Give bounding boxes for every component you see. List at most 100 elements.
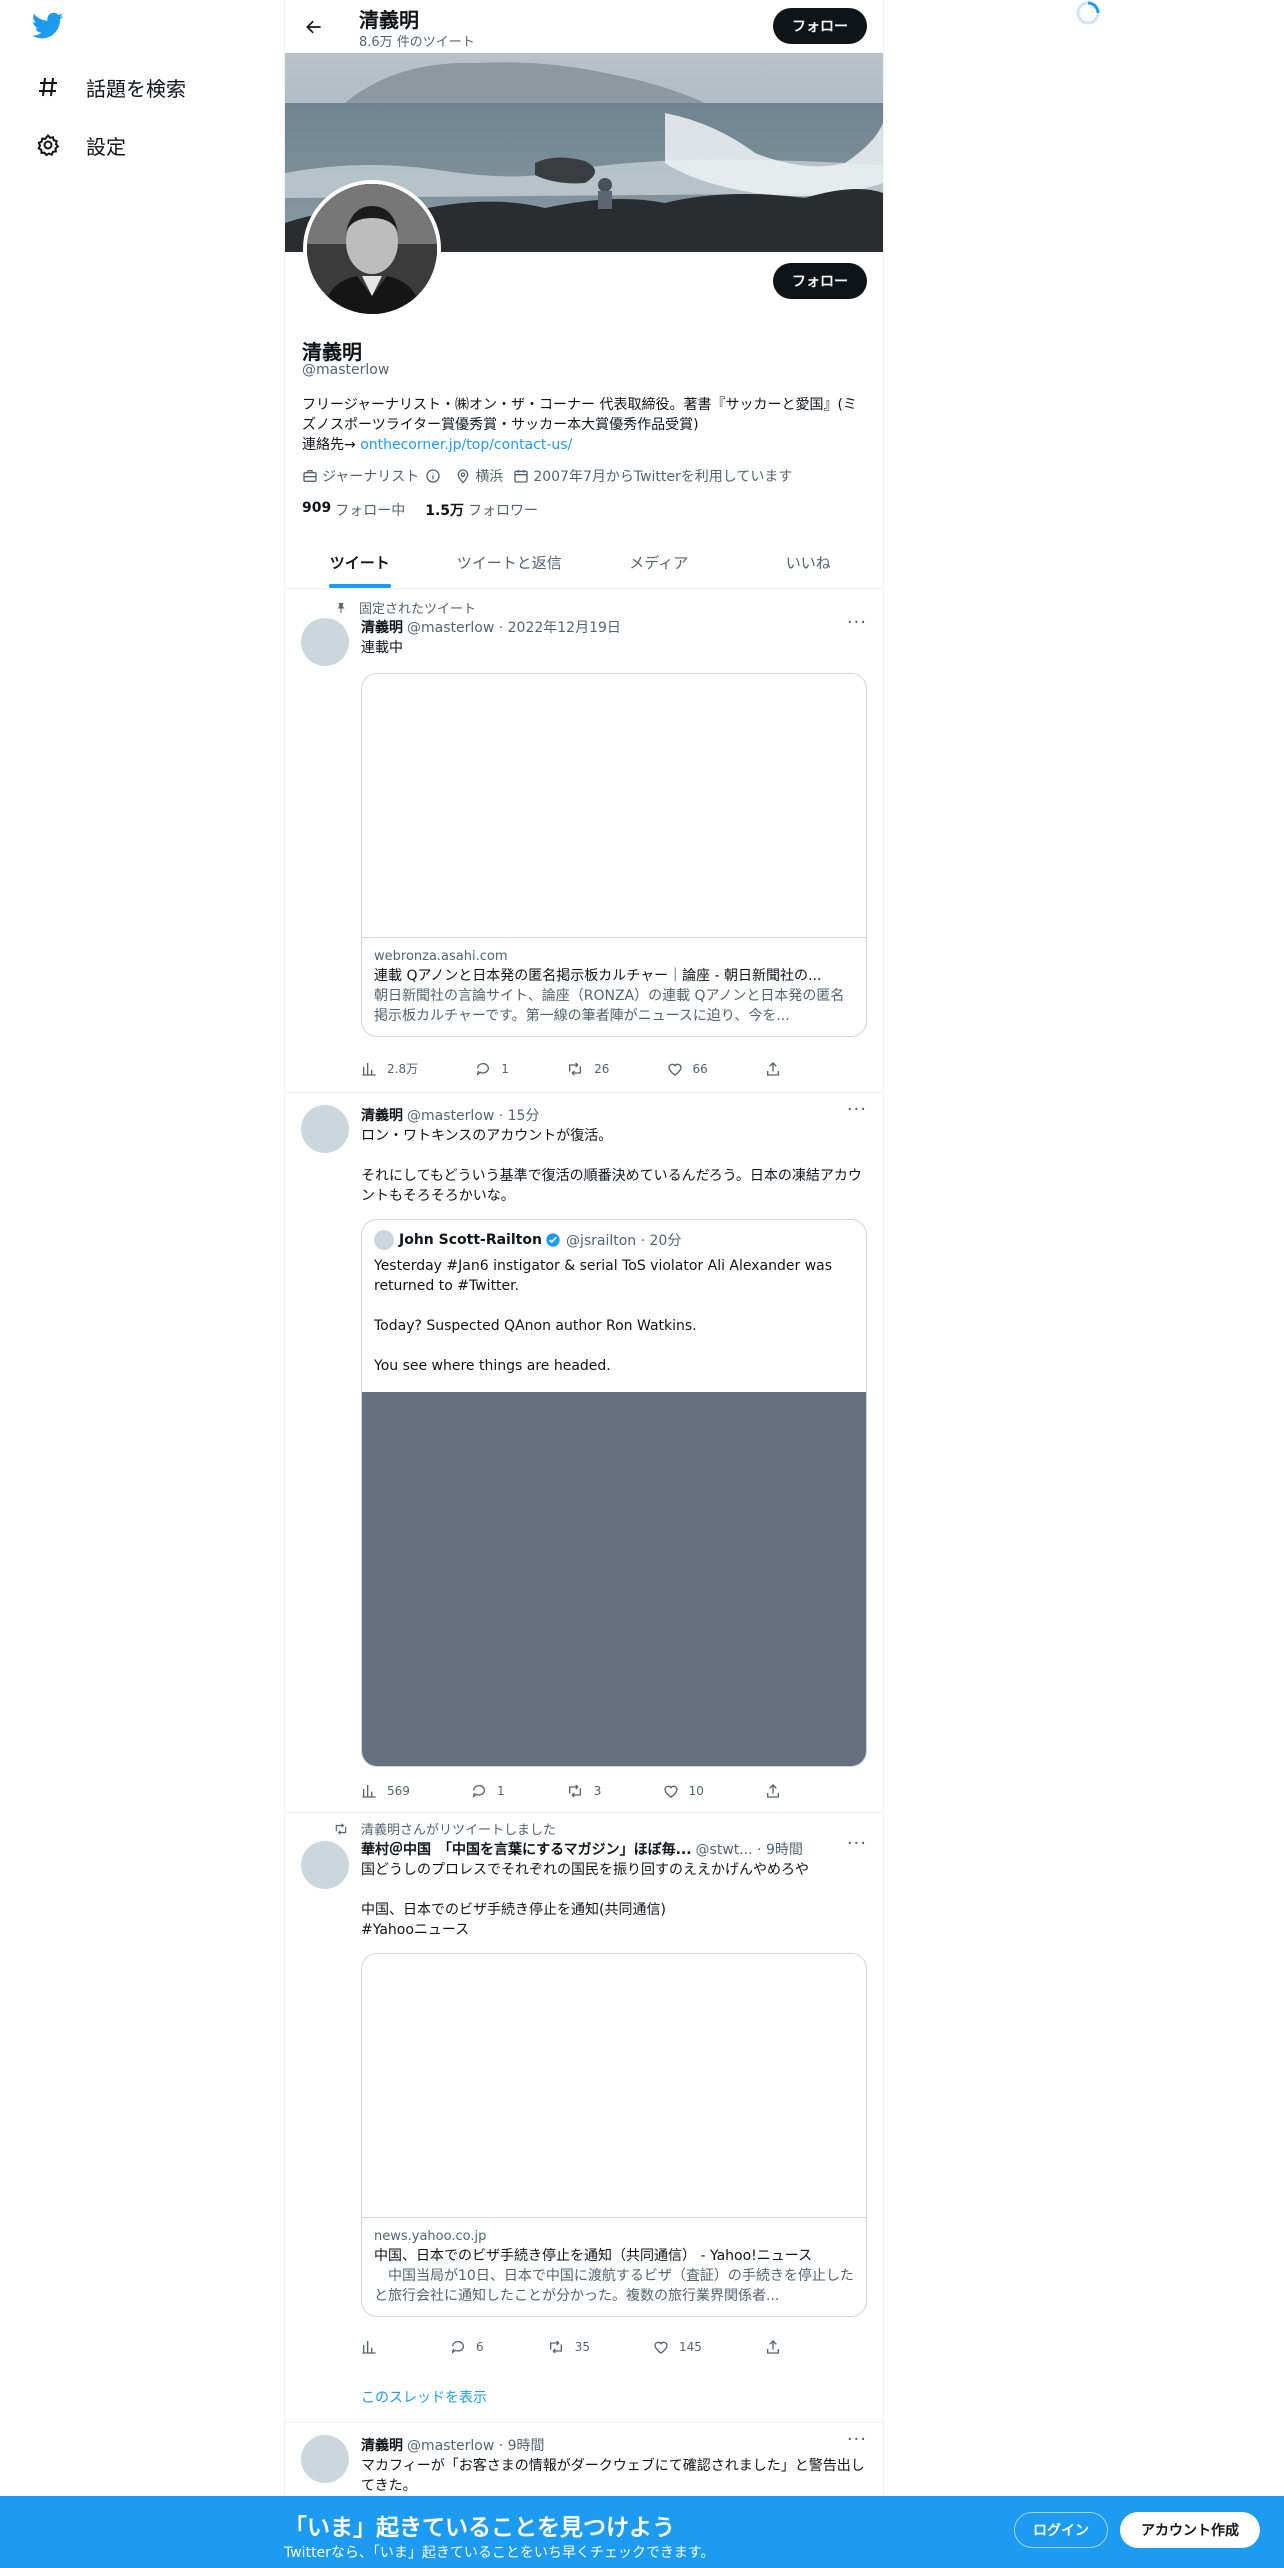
active-tab-indicator <box>328 584 391 588</box>
card-title: 連載 Qアノンと日本発の匿名掲示板カルチャー｜論座 - 朝日新聞社の... <box>374 968 822 984</box>
tweet-text: ロン・ワトキンスのアカウントが復活。 それにしてもどういう基準で復活の順番決めて… <box>361 1128 862 1204</box>
views-button[interactable]: 2.8万 <box>361 1060 418 1077</box>
like-button[interactable]: 10 <box>663 1783 704 1799</box>
reply-icon <box>472 1785 486 1798</box>
tweet-actions: 2.8万 1 26 66 <box>361 1060 781 1077</box>
more-options-icon[interactable]: ··· <box>847 612 867 633</box>
tweet-text: マカフィーが「お客さまの情報がダークウェブにて確認されました」と警告出してきた。 <box>361 2458 865 2494</box>
retweet-button[interactable]: 26 <box>566 1061 609 1077</box>
card-domain: news.yahoo.co.jp <box>374 2229 487 2244</box>
retweet-label: 清義明さんがリツイートしました <box>333 1819 556 1838</box>
followers-link[interactable]: 1.5万 フォロワー <box>425 500 538 520</box>
heart-icon <box>654 2341 668 2354</box>
gear-icon <box>34 131 62 159</box>
nav-explore[interactable]: 話題を検索 <box>34 67 186 107</box>
share-button[interactable] <box>765 1061 781 1077</box>
link-card[interactable]: webronza.asahi.com 連載 Qアノンと日本発の匿名掲示板カルチャ… <box>361 673 867 1037</box>
profile-avatar[interactable] <box>303 180 441 318</box>
card-description: 朝日新聞社の言論サイト、論座（RONZA）の連載 Qアノンと日本発の匿名掲示板カ… <box>374 988 845 1024</box>
tab-tweets[interactable]: ツイート <box>285 536 435 588</box>
twitter-bird-icon[interactable] <box>31 12 68 44</box>
avatar[interactable] <box>301 1841 349 1889</box>
left-navigation: 話題を検索 設定 <box>0 0 284 2568</box>
tweet-pinned[interactable]: 固定されたツイート 清義明 @masterlow · 2022年12月19日 ··… <box>285 590 883 1093</box>
back-button[interactable] <box>297 10 331 44</box>
show-thread-link[interactable]: このスレッドを表示 <box>361 2387 487 2407</box>
profile-meta: ジャーナリスト 横浜 2007年7月からTwitterを利用しています <box>302 466 802 486</box>
reply-button[interactable]: 6 <box>450 2339 484 2355</box>
avatar[interactable] <box>301 618 349 666</box>
profile-bio: フリージャーナリスト・㈱オン・ザ・コーナー 代表取締役。著書『サッカーと愛国』(… <box>302 395 862 455</box>
retweet-button[interactable]: 3 <box>566 1783 601 1799</box>
avatar[interactable] <box>301 2435 349 2483</box>
hashtag-link[interactable]: #Yahooニュース <box>361 1920 867 1940</box>
following-link[interactable]: 909 フォロー中 <box>302 500 405 520</box>
info-icon[interactable] <box>425 468 441 484</box>
retweet-icon <box>549 2340 562 2354</box>
share-button[interactable] <box>765 2339 781 2355</box>
location: 横浜 <box>475 469 504 485</box>
more-options-icon[interactable]: ··· <box>847 1833 867 1854</box>
reply-button[interactable]: 1 <box>475 1061 509 1077</box>
joined-date: 2007年7月からTwitterを利用しています <box>533 469 793 485</box>
card-image <box>362 1954 866 2218</box>
tab-media[interactable]: メディア <box>584 536 734 588</box>
reply-icon <box>451 2341 465 2354</box>
avatar <box>374 1230 394 1250</box>
analytics-icon <box>362 2341 376 2354</box>
hashtag-icon <box>34 73 62 101</box>
header-follow-button[interactable]: フォロー <box>773 8 867 44</box>
retweet-icon <box>568 1784 581 1798</box>
tweet-retweeted[interactable]: 清義明さんがリツイートしました 華村＠中国 「中国を言葉にするマガジン」ほぼ毎.… <box>285 1813 883 2423</box>
tab-tweets-and-replies[interactable]: ツイートと返信 <box>435 536 585 588</box>
quoted-media[interactable] <box>362 1392 866 1766</box>
views-button[interactable] <box>361 2339 387 2355</box>
heart-icon <box>667 1063 682 1076</box>
analytics-icon <box>362 1062 376 1076</box>
main-column: 清義明 8.6万 件のツイート フォロー フォロー 清義明 @masterlow… <box>284 0 884 2568</box>
tab-likes[interactable]: いいね <box>734 536 884 588</box>
header-tweet-count: 8.6万 件のツイート <box>359 35 475 50</box>
loading-spinner-icon <box>1075 0 1101 26</box>
login-button[interactable]: ログイン <box>1014 2512 1108 2548</box>
contact-link[interactable]: onthecorner.jp/top/contact-us/ <box>360 437 572 453</box>
profile-name: 清義明 <box>302 340 362 364</box>
more-options-icon[interactable]: ··· <box>847 1099 867 1120</box>
profile-tabs: ツイート ツイートと返信 メディア いいね <box>285 536 883 589</box>
signup-banner: 「いま」起きていることを見つけよう Twitterなら、「いま」起きていることを… <box>0 2496 1284 2568</box>
reply-button[interactable]: 1 <box>471 1783 505 1799</box>
share-icon <box>766 1784 779 1798</box>
quoted-tweet[interactable]: John Scott-Railton @jsrailton · 20分 Yest… <box>361 1219 867 1767</box>
profile-header: 清義明 8.6万 件のツイート フォロー <box>285 0 883 53</box>
nav-settings[interactable]: 設定 <box>34 125 126 165</box>
profile-follow-button[interactable]: フォロー <box>773 263 867 299</box>
like-button[interactable]: 145 <box>653 2339 702 2355</box>
like-button[interactable]: 66 <box>667 1061 708 1077</box>
more-options-icon[interactable]: ··· <box>847 2429 867 2450</box>
heart-icon <box>663 1785 678 1798</box>
signup-button[interactable]: アカウント作成 <box>1120 2512 1260 2548</box>
calendar-icon <box>514 470 528 483</box>
views-button[interactable]: 569 <box>361 1783 410 1799</box>
tweet[interactable]: 清義明 @masterlow · 15分 ··· ロン・ワトキンスのアカウントが復… <box>285 1093 883 1813</box>
avatar[interactable] <box>301 1105 349 1153</box>
tweet-text: 国どうしのプロレスでそれぞれの国民を振り回すのええかげんやめろや 中国、日本での… <box>361 1862 809 1918</box>
share-button[interactable] <box>765 1783 781 1799</box>
profile-handle: @masterlow <box>302 362 390 378</box>
verified-badge-icon <box>546 1233 560 1247</box>
analytics-icon <box>362 1785 376 1798</box>
pin-icon <box>337 602 345 613</box>
tweet-actions: 569 1 3 10 <box>361 1783 781 1799</box>
retweet-button[interactable]: 35 <box>547 2339 590 2355</box>
tweet-text: 連載中 <box>361 640 403 656</box>
signup-banner-subtitle: Twitterなら、「いま」起きていることをいち早くチェックできます。 <box>284 2545 715 2561</box>
card-title: 中国、日本でのビザ手続き停止を通知（共同通信） - Yahoo!ニュース <box>374 2248 813 2264</box>
bio-text: フリージャーナリスト・㈱オン・ザ・コーナー 代表取締役。著書『サッカーと愛国』(… <box>302 397 857 433</box>
card-description: 中国当局が10日、日本で中国に渡航するビザ（査証）の手続きを停止したと旅行会社に… <box>374 2268 854 2304</box>
tweet-actions: 6 35 145 <box>361 2339 781 2355</box>
link-card[interactable]: news.yahoo.co.jp 中国、日本でのビザ手続き停止を通知（共同通信）… <box>361 1953 867 2317</box>
share-icon <box>766 1061 779 1076</box>
nav-explore-label: 話題を検索 <box>86 76 186 101</box>
retweet-icon <box>335 1822 347 1835</box>
profession: ジャーナリスト <box>322 469 420 485</box>
